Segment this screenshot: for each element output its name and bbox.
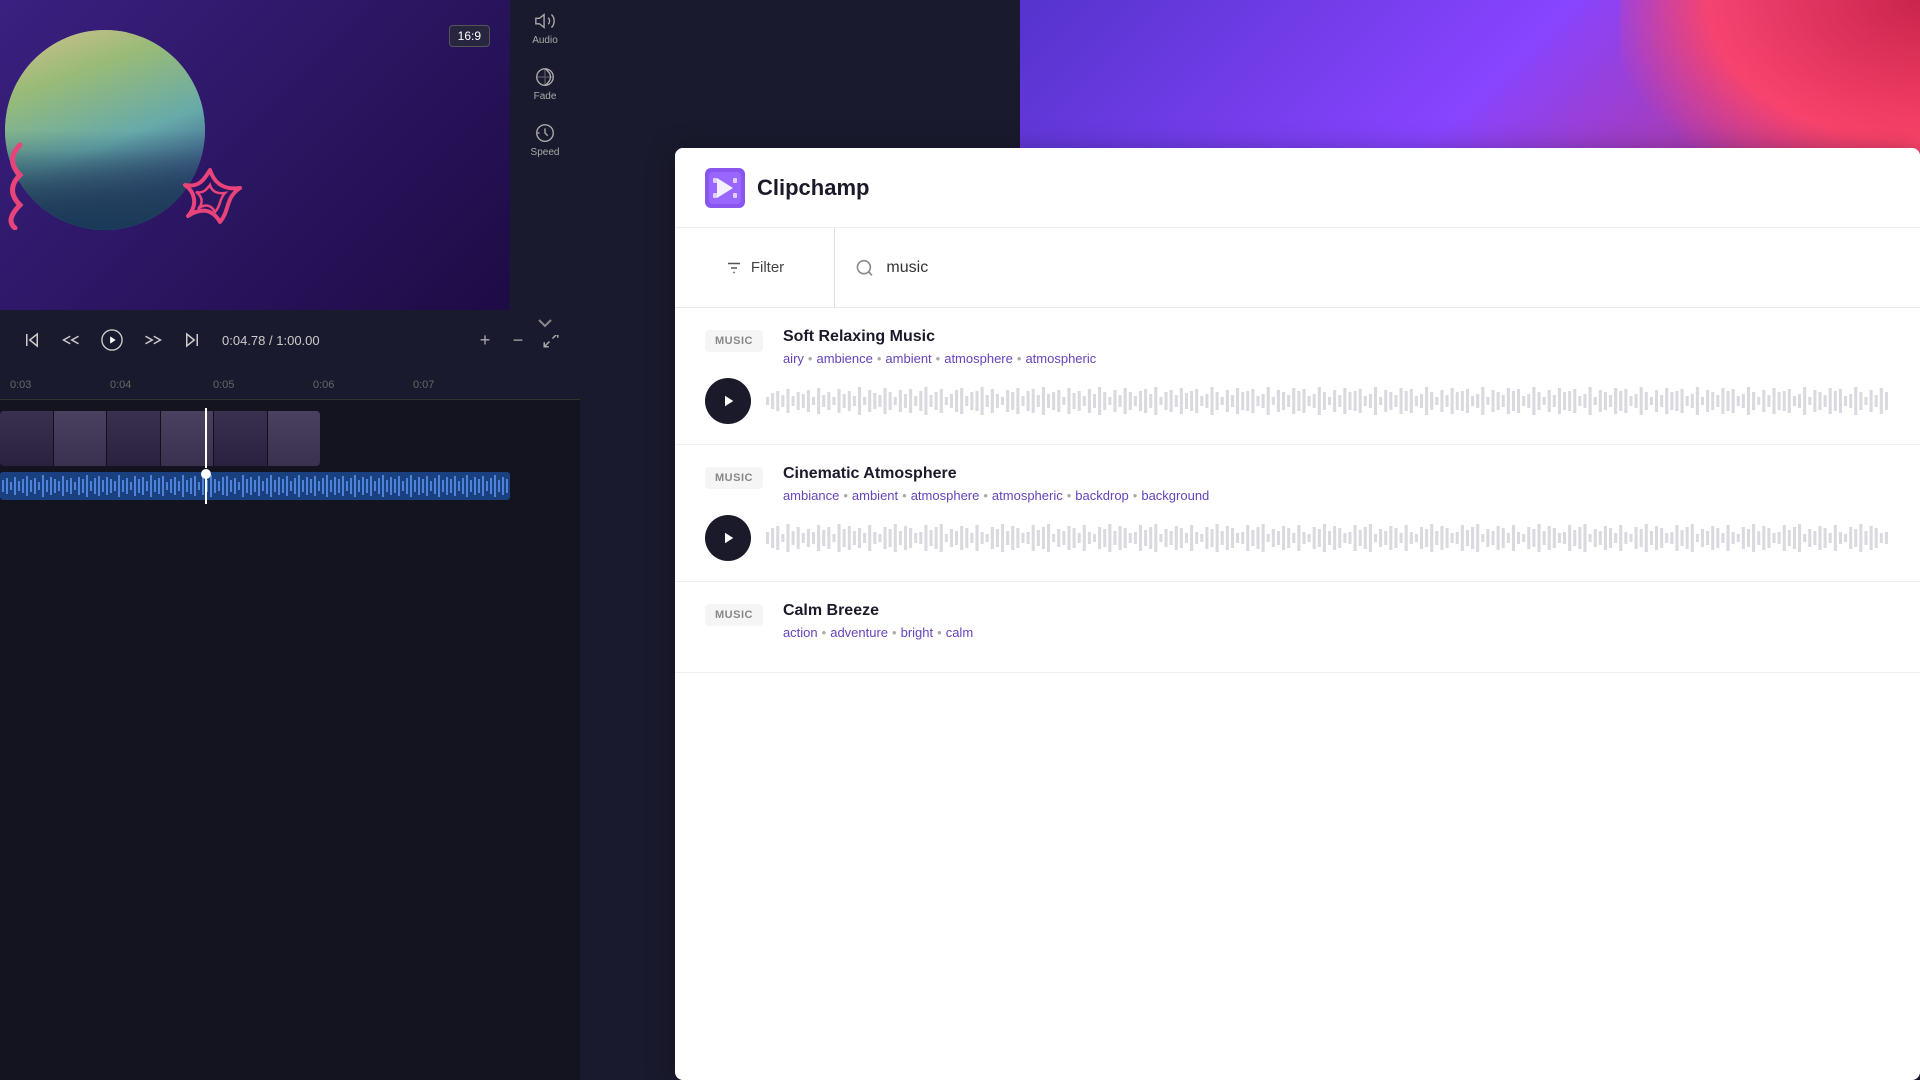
- skip-forward-button[interactable]: [175, 323, 209, 357]
- clipchamp-title: Clipchamp: [757, 175, 869, 201]
- filter-icon: [725, 259, 743, 277]
- speed-toolbar-item[interactable]: Speed: [526, 117, 565, 163]
- music-info-1: Soft Relaxing Music airy • ambience • am…: [783, 328, 1890, 366]
- right-toolbar: Audio Fade Speed: [510, 0, 580, 310]
- ruler-mark-2: 0:04: [110, 379, 131, 391]
- tag-bright[interactable]: bright: [901, 625, 934, 640]
- tag-atmospheric-2[interactable]: atmospheric: [992, 488, 1063, 503]
- search-input[interactable]: [886, 259, 1900, 277]
- music-player-1: var bars = ''; for(var i=0;i<220;i++){ v…: [705, 378, 1890, 424]
- skip-back-button[interactable]: [15, 323, 49, 357]
- fast-forward-button[interactable]: [136, 323, 170, 357]
- tag-atmosphere[interactable]: atmosphere: [944, 351, 1013, 366]
- music-tags-1: airy • ambience • ambient • atmosphere •…: [783, 351, 1890, 366]
- rewind-button[interactable]: [54, 323, 88, 357]
- tag-backdrop[interactable]: backdrop: [1075, 488, 1128, 503]
- filter-button[interactable]: Filter: [675, 228, 835, 308]
- music-info-3: Calm Breeze action • adventure • bright …: [783, 602, 1890, 640]
- search-field: [835, 228, 1920, 307]
- music-list: MUSIC Soft Relaxing Music airy • ambienc…: [675, 308, 1920, 1080]
- star-doodle: [130, 150, 310, 280]
- clipchamp-logo: Clipchamp: [705, 168, 869, 208]
- play-button-1[interactable]: [705, 378, 751, 424]
- play-icon-2: [719, 529, 737, 547]
- collapse-button[interactable]: [510, 310, 580, 335]
- play-button-2[interactable]: [705, 515, 751, 561]
- ruler-mark-5: 0:07: [413, 379, 434, 391]
- waveform-2: [766, 515, 1890, 561]
- search-area: Filter: [675, 228, 1920, 308]
- tag-ambient[interactable]: ambient: [885, 351, 931, 366]
- fade-label: Fade: [534, 91, 557, 102]
- time-display: 0:04.78 / 1:00.00: [222, 333, 320, 348]
- play-button[interactable]: [93, 321, 131, 359]
- playback-controls: 0:04.78 / 1:00.00 + −: [0, 310, 580, 370]
- search-icon: [855, 258, 874, 278]
- music-tags-2: ambiance • ambient • atmosphere • atmosp…: [783, 488, 1890, 503]
- tag-atmospheric[interactable]: atmospheric: [1025, 351, 1096, 366]
- waveform-1: var bars = ''; for(var i=0;i<220;i++){ v…: [766, 378, 1890, 424]
- music-badge-2: MUSIC: [705, 467, 763, 489]
- music-title-2: Cinematic Atmosphere: [783, 465, 1890, 483]
- music-item-2: MUSIC Cinematic Atmosphere ambiance • am…: [675, 445, 1920, 582]
- music-badge-3: MUSIC: [705, 604, 763, 626]
- tag-airy[interactable]: airy: [783, 351, 804, 366]
- video-editor-panel: 16:9 Audio Fade: [0, 0, 580, 1080]
- audio-label: Audio: [532, 35, 558, 46]
- timeline-area[interactable]: 0:03 0:04 0:05 0:06 0:07: [0, 370, 580, 1080]
- music-tags-3: action • adventure • bright • calm: [783, 625, 1890, 640]
- fade-toolbar-item[interactable]: Fade: [529, 61, 562, 107]
- panel-header: Clipchamp: [675, 148, 1920, 228]
- tag-ambiance[interactable]: ambiance: [783, 488, 839, 503]
- aspect-ratio-badge[interactable]: 16:9: [449, 25, 490, 47]
- filter-label: Filter: [751, 259, 784, 276]
- clipchamp-panel: Clipchamp Filter MUSIC Soft Relaxing Mus…: [675, 148, 1920, 1080]
- ruler-mark-1: 0:03: [10, 379, 31, 391]
- music-badge-1: MUSIC: [705, 330, 763, 352]
- audio-waveform: [0, 472, 510, 500]
- tag-adventure[interactable]: adventure: [830, 625, 888, 640]
- timeline-ruler: 0:03 0:04 0:05 0:06 0:07: [0, 370, 580, 400]
- music-item-1: MUSIC Soft Relaxing Music airy • ambienc…: [675, 308, 1920, 445]
- speed-label: Speed: [531, 147, 560, 158]
- tag-calm[interactable]: calm: [946, 625, 973, 640]
- red-squiggle: [0, 140, 25, 230]
- video-preview: 16:9 Audio Fade: [0, 0, 580, 310]
- play-icon-1: [719, 392, 737, 410]
- music-title-3: Calm Breeze: [783, 602, 1890, 620]
- tag-atmosphere-2[interactable]: atmosphere: [911, 488, 980, 503]
- audio-toolbar-item[interactable]: Audio: [527, 5, 563, 51]
- music-player-2: [705, 515, 1890, 561]
- ruler-mark-4: 0:06: [313, 379, 334, 391]
- tag-action[interactable]: action: [783, 625, 818, 640]
- zoom-in-button[interactable]: +: [471, 326, 499, 354]
- music-title-1: Soft Relaxing Music: [783, 328, 1890, 346]
- clipchamp-logo-icon: [705, 168, 745, 208]
- music-item-3: MUSIC Calm Breeze action • adventure • b…: [675, 582, 1920, 673]
- music-info-2: Cinematic Atmosphere ambiance • ambient …: [783, 465, 1890, 503]
- tag-ambience[interactable]: ambience: [816, 351, 872, 366]
- tag-ambient-2[interactable]: ambient: [852, 488, 898, 503]
- ruler-mark-3: 0:05: [213, 379, 234, 391]
- tag-background[interactable]: background: [1141, 488, 1209, 503]
